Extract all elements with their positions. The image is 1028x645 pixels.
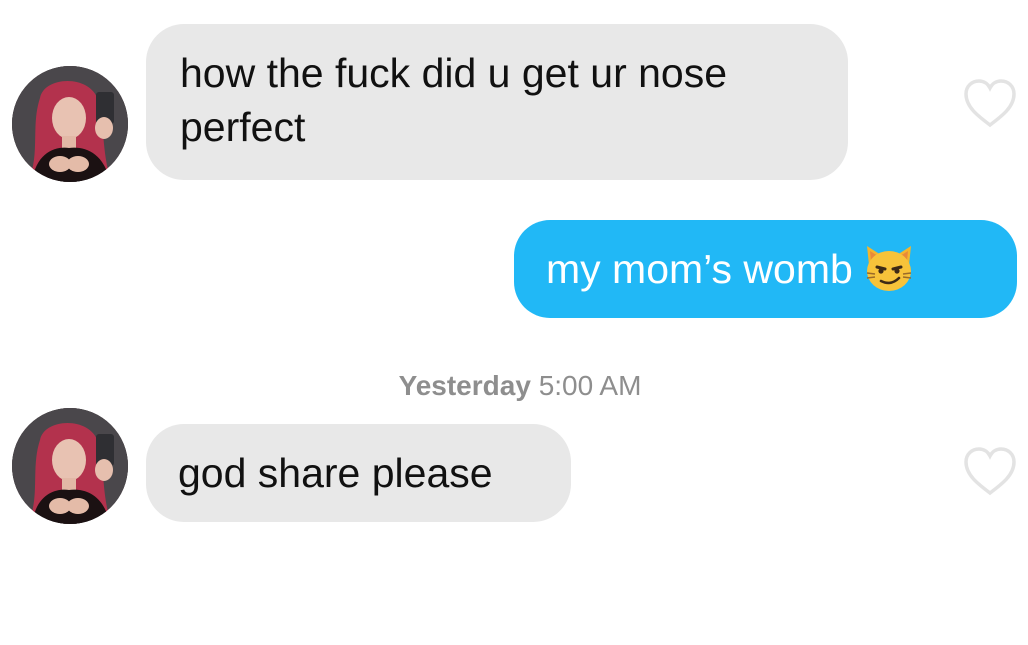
timestamp-day: Yesterday	[398, 370, 531, 401]
chat-thread: how the fuck did u get ur nose perfect m…	[0, 0, 1028, 645]
timestamp-time: 5:00 AM	[538, 370, 642, 401]
sender-avatar[interactable]	[12, 66, 128, 182]
message-text: my mom’s womb	[546, 246, 853, 292]
message-bubble-received[interactable]: how the fuck did u get ur nose perfect	[146, 24, 848, 180]
sender-avatar[interactable]	[12, 408, 128, 524]
message-bubble-sent[interactable]: my mom’s womb	[514, 220, 1017, 318]
avatar-icon	[12, 66, 128, 182]
avatar-icon	[12, 408, 128, 524]
message-text-line: how the fuck did u get ur nose	[180, 50, 728, 96]
message-text: god share please	[178, 450, 493, 496]
message-bubble-received[interactable]: god share please	[146, 424, 571, 522]
heart-outline-icon[interactable]	[962, 78, 1018, 130]
message-text-line: perfect	[180, 104, 306, 150]
message-timestamp: Yesterday 5:00 AM	[0, 370, 1028, 402]
heart-outline-icon[interactable]	[962, 446, 1018, 498]
smirking-cat-icon	[866, 246, 911, 292]
